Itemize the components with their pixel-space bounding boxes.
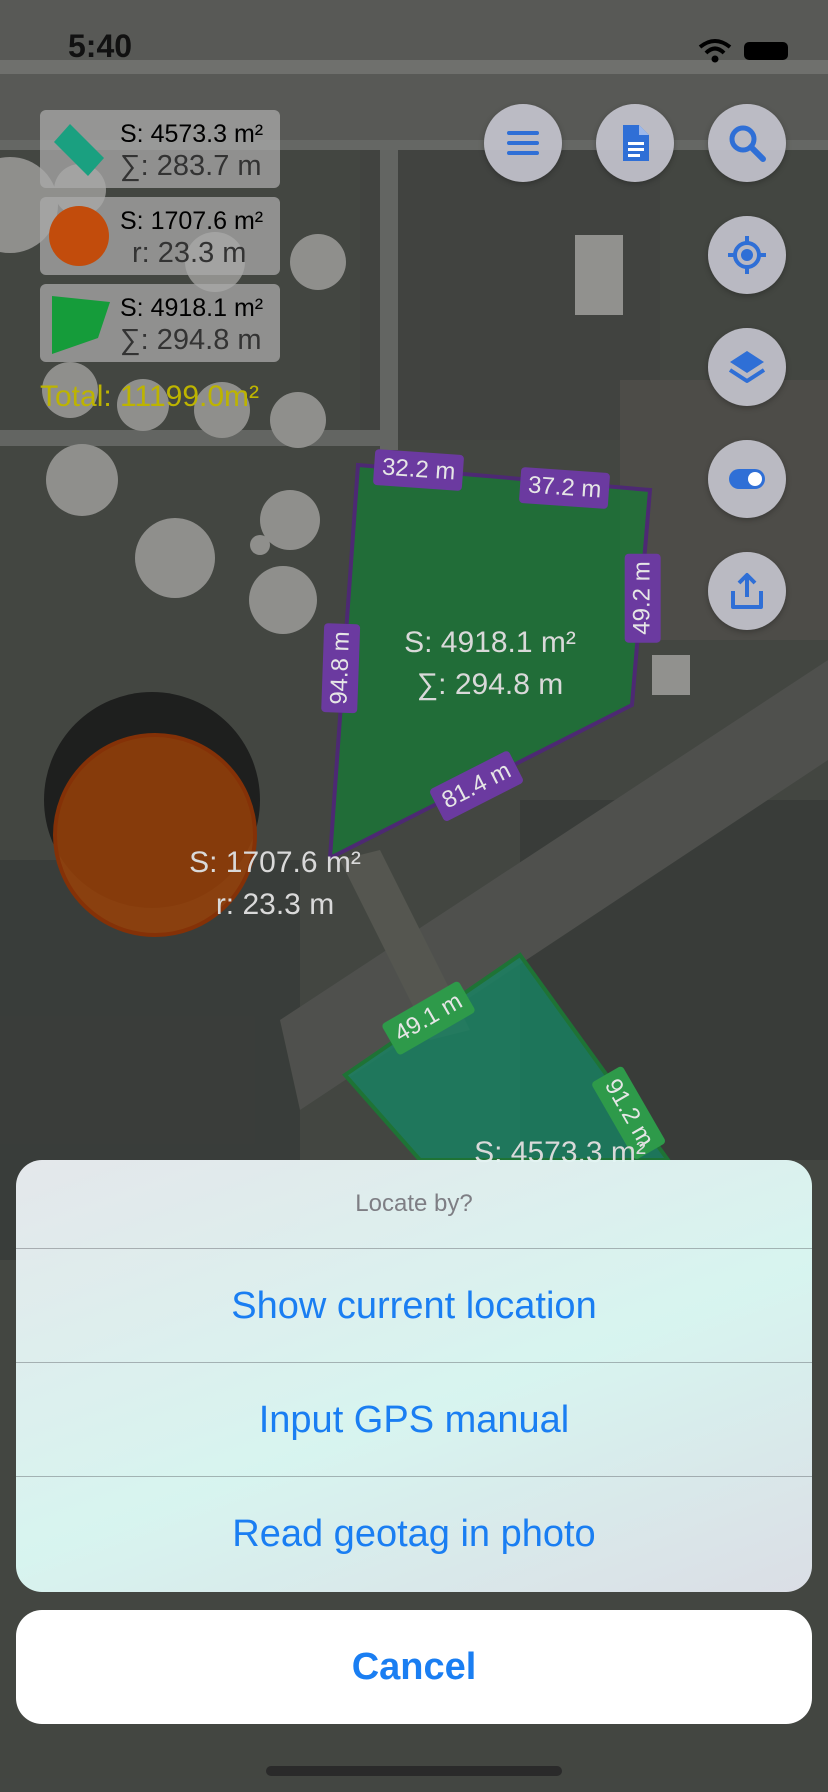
locate-button[interactable] [708, 216, 786, 294]
search-button[interactable] [708, 104, 786, 182]
polygon-area-label: S: 4918.1 m² ∑: 294.8 m [380, 622, 600, 706]
toggle-button[interactable] [708, 440, 786, 518]
legend-item-circle[interactable]: S: 1707.6 m² r: 23.3 m [40, 197, 280, 275]
legend-perimeter: ∑: 283.7 m [120, 150, 262, 182]
edge-length-label: 32.2 m [372, 448, 465, 492]
action-sheet: Locate by? Show current location Input G… [16, 1160, 812, 1592]
share-icon [731, 573, 763, 609]
layers-button[interactable] [708, 328, 786, 406]
edge-length-label: 37.2 m [518, 466, 611, 510]
read-geotag-button[interactable]: Read geotag in photo [16, 1476, 812, 1591]
status-time: 5:40 [68, 28, 133, 64]
legend-perimeter: ∑: 294.8 m [120, 324, 262, 356]
polygon-perimeter-value: ∑: 294.8 m [416, 668, 564, 701]
input-gps-manual-button[interactable]: Input GPS manual [16, 1362, 812, 1477]
status-icons [698, 38, 788, 64]
legend-area: S: 4573.3 m² [120, 120, 264, 148]
polygon-area-value: S: 4918.1 m² [404, 626, 576, 659]
search-icon [729, 125, 766, 162]
show-current-location-button[interactable]: Show current location [16, 1248, 812, 1363]
legend-item-polygon-1[interactable]: S: 4573.3 m² ∑: 283.7 m [40, 110, 280, 188]
menu-icon [507, 131, 539, 155]
locate-target-icon [728, 236, 766, 274]
menu-button[interactable] [484, 104, 562, 182]
legend-radius: r: 23.3 m [132, 237, 247, 269]
green-quad-shape-icon [52, 296, 110, 354]
legend-area: S: 1707.6 m² [120, 207, 264, 235]
circle-area-label: S: 1707.6 m² r: 23.3 m [160, 842, 390, 926]
green-polygon-shape-icon [54, 124, 104, 176]
toggle-icon [729, 469, 765, 489]
orange-circle-shape-icon [49, 206, 109, 266]
document-icon [623, 125, 649, 161]
edge-length-label: 94.8 m [321, 622, 361, 714]
legend-area: S: 4918.1 m² [120, 294, 264, 322]
share-button[interactable] [708, 552, 786, 630]
cancel-button[interactable]: Cancel [16, 1610, 812, 1724]
total-area: Total: 11199.0m² [40, 380, 260, 413]
edge-length-label: 49.2 m [624, 553, 661, 643]
home-indicator [266, 1766, 562, 1776]
battery-icon [744, 42, 788, 60]
action-sheet-title: Locate by? [355, 1190, 473, 1217]
circle-area-value: S: 1707.6 m² [189, 846, 361, 879]
wifi-icon [698, 39, 732, 63]
layers-icon [728, 351, 766, 383]
document-button[interactable] [596, 104, 674, 182]
circle-radius-value: r: 23.3 m [215, 888, 335, 921]
legend-item-polygon-2[interactable]: S: 4918.1 m² ∑: 294.8 m [40, 284, 280, 362]
